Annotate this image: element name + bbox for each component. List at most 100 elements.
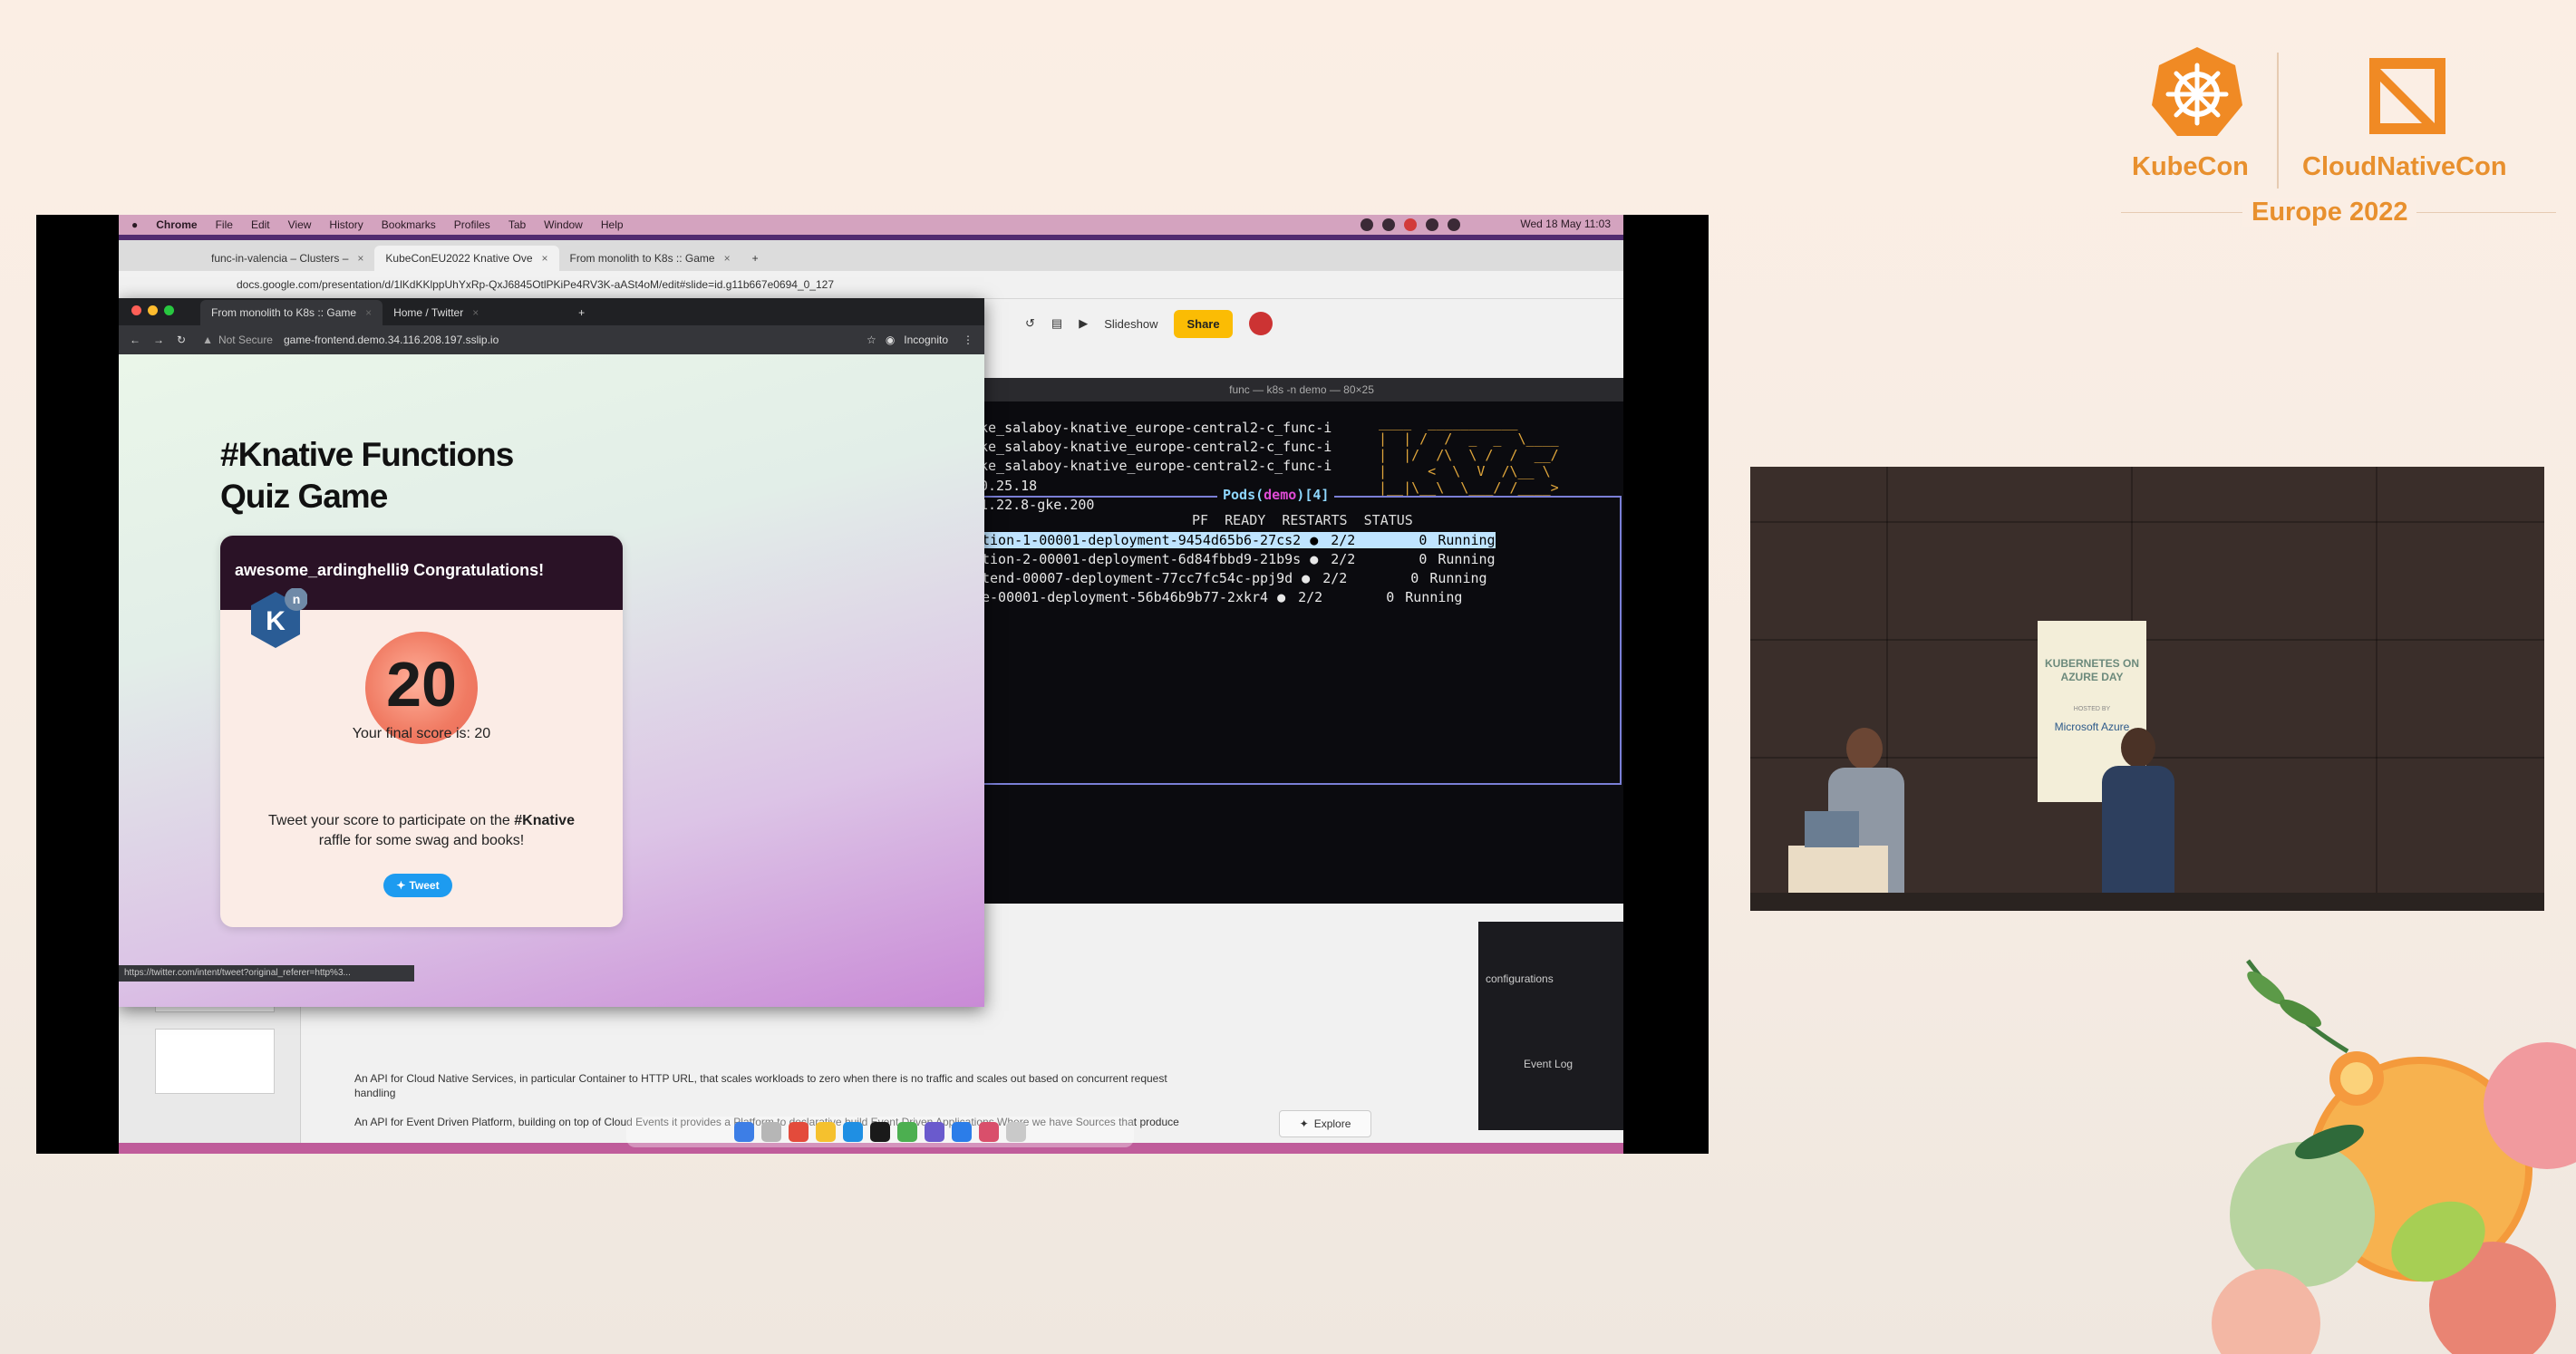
tab-label: From monolith to K8s :: Game bbox=[211, 306, 357, 319]
pod-name: tion-1-00001-deployment-9454d65b6-27cs2 bbox=[982, 532, 1302, 548]
menu-chrome[interactable]: Chrome bbox=[156, 218, 197, 231]
banner-title: KUBERNETES ON AZURE DAY bbox=[2044, 657, 2139, 683]
shield-icon[interactable] bbox=[1404, 218, 1417, 231]
slideshow-button[interactable]: Slideshow bbox=[1104, 317, 1157, 331]
slides-url-bar[interactable]: docs.google.com/presentation/d/1lKdKKlpp… bbox=[119, 271, 1623, 299]
menu-file[interactable]: File bbox=[216, 218, 233, 231]
slide-thumbnail[interactable] bbox=[155, 1029, 275, 1094]
launchpad-icon[interactable] bbox=[761, 1122, 781, 1142]
tweet-button-label: Tweet bbox=[409, 879, 440, 892]
pod-row[interactable]: e-00001-deployment-56b46b9b77-2xkr4 ● 2/2 0… bbox=[982, 589, 1462, 605]
close-window-button[interactable] bbox=[131, 305, 141, 315]
close-icon[interactable]: × bbox=[357, 252, 363, 265]
menu-dots-icon[interactable]: ⋮ bbox=[963, 334, 973, 346]
meet-icon[interactable]: ▶ bbox=[1079, 316, 1088, 331]
pod-row[interactable]: tion-1-00001-deployment-9454d65b6-27cs2 ●… bbox=[982, 532, 1496, 548]
pod-name: tend-00007-deployment-77cc7fc54c-ppj9d bbox=[982, 570, 1293, 586]
back-icon[interactable]: ← bbox=[130, 334, 140, 346]
pod-restarts: 0 bbox=[1419, 551, 1428, 567]
close-icon[interactable]: × bbox=[542, 252, 548, 265]
appstore-icon[interactable] bbox=[843, 1122, 863, 1142]
new-tab-button[interactable]: + bbox=[567, 300, 596, 325]
vscode-icon[interactable] bbox=[952, 1122, 972, 1142]
menu-help[interactable]: Help bbox=[601, 218, 624, 231]
event-log-label: Event Log bbox=[1524, 1058, 1574, 1070]
incognito-icon[interactable]: ◉ bbox=[886, 334, 895, 346]
battery-icon[interactable] bbox=[1448, 218, 1460, 231]
wall-panel-line bbox=[2376, 467, 2377, 893]
incognito-label[interactable]: Incognito bbox=[904, 334, 948, 346]
close-icon[interactable]: × bbox=[365, 306, 372, 319]
close-icon[interactable]: × bbox=[724, 252, 731, 265]
menu-history[interactable]: History bbox=[329, 218, 363, 231]
pods-panel: Pods(demo)[4] PF READY RESTARTS STATUS t… bbox=[980, 487, 1622, 785]
edition-label: Europe 2022 bbox=[2242, 198, 2417, 227]
terminal-icon[interactable] bbox=[870, 1122, 890, 1142]
explore-button[interactable]: ✦ Explore bbox=[1279, 1110, 1371, 1137]
history-icon[interactable]: ↺ bbox=[1025, 316, 1035, 331]
pod-row[interactable]: tend-00007-deployment-77cc7fc54c-ppj9d ● 2… bbox=[982, 570, 1487, 586]
slack-icon[interactable] bbox=[925, 1122, 944, 1142]
pod-ready: 2/2 bbox=[1322, 570, 1348, 586]
record-icon[interactable] bbox=[1382, 218, 1395, 231]
menu-tab[interactable]: Tab bbox=[508, 218, 526, 231]
wall-panel-line bbox=[1750, 521, 2544, 523]
finder-icon[interactable] bbox=[734, 1122, 754, 1142]
tab-game-frontend[interactable]: From monolith to K8s :: Game × bbox=[200, 300, 383, 325]
pod-status: Running bbox=[1429, 570, 1487, 586]
cloud-icon[interactable] bbox=[1361, 218, 1373, 231]
pod-row[interactable]: tion-2-00001-deployment-6d84fbbd9-21b9s ●… bbox=[982, 551, 1496, 567]
minimize-window-button[interactable] bbox=[148, 305, 158, 315]
chrome-icon[interactable] bbox=[897, 1122, 917, 1142]
pod-ready: 2/2 bbox=[1331, 532, 1356, 548]
pod-status: Running bbox=[1405, 589, 1463, 605]
slides-toolbar: ↺ ▤ ▶ Slideshow Share bbox=[1025, 305, 1478, 342]
close-icon[interactable]: × bbox=[472, 306, 479, 319]
kubecon-helm-icon bbox=[2152, 47, 2242, 136]
pods-title: Pods(demo)[4] bbox=[1217, 487, 1335, 503]
wifi-icon[interactable] bbox=[1426, 218, 1438, 231]
menu-profiles[interactable]: Profiles bbox=[454, 218, 490, 231]
mac-dock bbox=[626, 1117, 1134, 1147]
apple-icon[interactable]: ● bbox=[131, 218, 138, 231]
tab-label: KubeConEU2022 Knative Ove bbox=[385, 252, 533, 265]
game-url-bar[interactable]: ← → ↻ ▲ Not Secure game-frontend.demo.34… bbox=[119, 325, 984, 354]
reload-icon[interactable]: ↻ bbox=[177, 334, 186, 346]
not-secure-label[interactable]: Not Secure bbox=[218, 334, 273, 346]
menu-bookmarks[interactable]: Bookmarks bbox=[382, 218, 436, 231]
avatar[interactable] bbox=[1248, 312, 1273, 335]
app-icon[interactable] bbox=[979, 1122, 999, 1142]
title-line: #Knative Functions bbox=[220, 436, 514, 473]
zoom-window-button[interactable] bbox=[164, 305, 174, 315]
tweet-prompt: Tweet your score to participate on the #… bbox=[238, 811, 605, 851]
context-line: ke_salaboy-knative_europe-central2-c_fun… bbox=[980, 439, 1332, 455]
share-button[interactable]: Share bbox=[1174, 309, 1233, 338]
tweet-button[interactable]: ✦ Tweet bbox=[383, 874, 452, 897]
notes-icon[interactable] bbox=[816, 1122, 836, 1142]
slides-tab-strip: func-in-valencia – Clusters – × KubeConEU… bbox=[119, 240, 1623, 271]
tab-slides[interactable]: KubeConEU2022 Knative Ove × bbox=[374, 246, 559, 271]
tab-twitter[interactable]: Home / Twitter × bbox=[383, 300, 567, 325]
comment-icon[interactable]: ▤ bbox=[1051, 316, 1062, 331]
event-branding: KubeCon CloudNativeCon Europe 2022 bbox=[2121, 45, 2556, 236]
new-tab-button[interactable]: + bbox=[741, 246, 770, 271]
knative-logo-icon: K n bbox=[251, 588, 307, 648]
pods-title-text: Pods bbox=[1223, 487, 1256, 503]
pod-restarts: 0 bbox=[1386, 589, 1395, 605]
menu-view[interactable]: View bbox=[288, 218, 312, 231]
secondary-terminal[interactable]: configurations Event Log bbox=[1478, 922, 1623, 1130]
warning-icon[interactable]: ▲ bbox=[202, 334, 213, 346]
col-pf: PF bbox=[1192, 512, 1209, 528]
menu-window[interactable]: Window bbox=[544, 218, 583, 231]
menu-edit[interactable]: Edit bbox=[251, 218, 270, 231]
trash-icon[interactable] bbox=[1006, 1122, 1026, 1142]
slides-url[interactable]: docs.google.com/presentation/d/1lKdKKlpp… bbox=[237, 278, 834, 291]
forward-icon[interactable]: → bbox=[153, 334, 164, 346]
star-icon[interactable]: ☆ bbox=[867, 334, 876, 346]
tab-clusters[interactable]: func-in-valencia – Clusters – × bbox=[200, 246, 374, 271]
calendar-icon[interactable] bbox=[789, 1122, 809, 1142]
game-url[interactable]: game-frontend.demo.34.116.208.197.sslip.… bbox=[284, 334, 499, 346]
laptop bbox=[1805, 811, 1859, 847]
tab-game[interactable]: From monolith to K8s :: Game × bbox=[559, 246, 741, 271]
terminal-window[interactable]: func — k8s -n demo — 80×25 ke_salaboy-kn… bbox=[980, 378, 1623, 904]
